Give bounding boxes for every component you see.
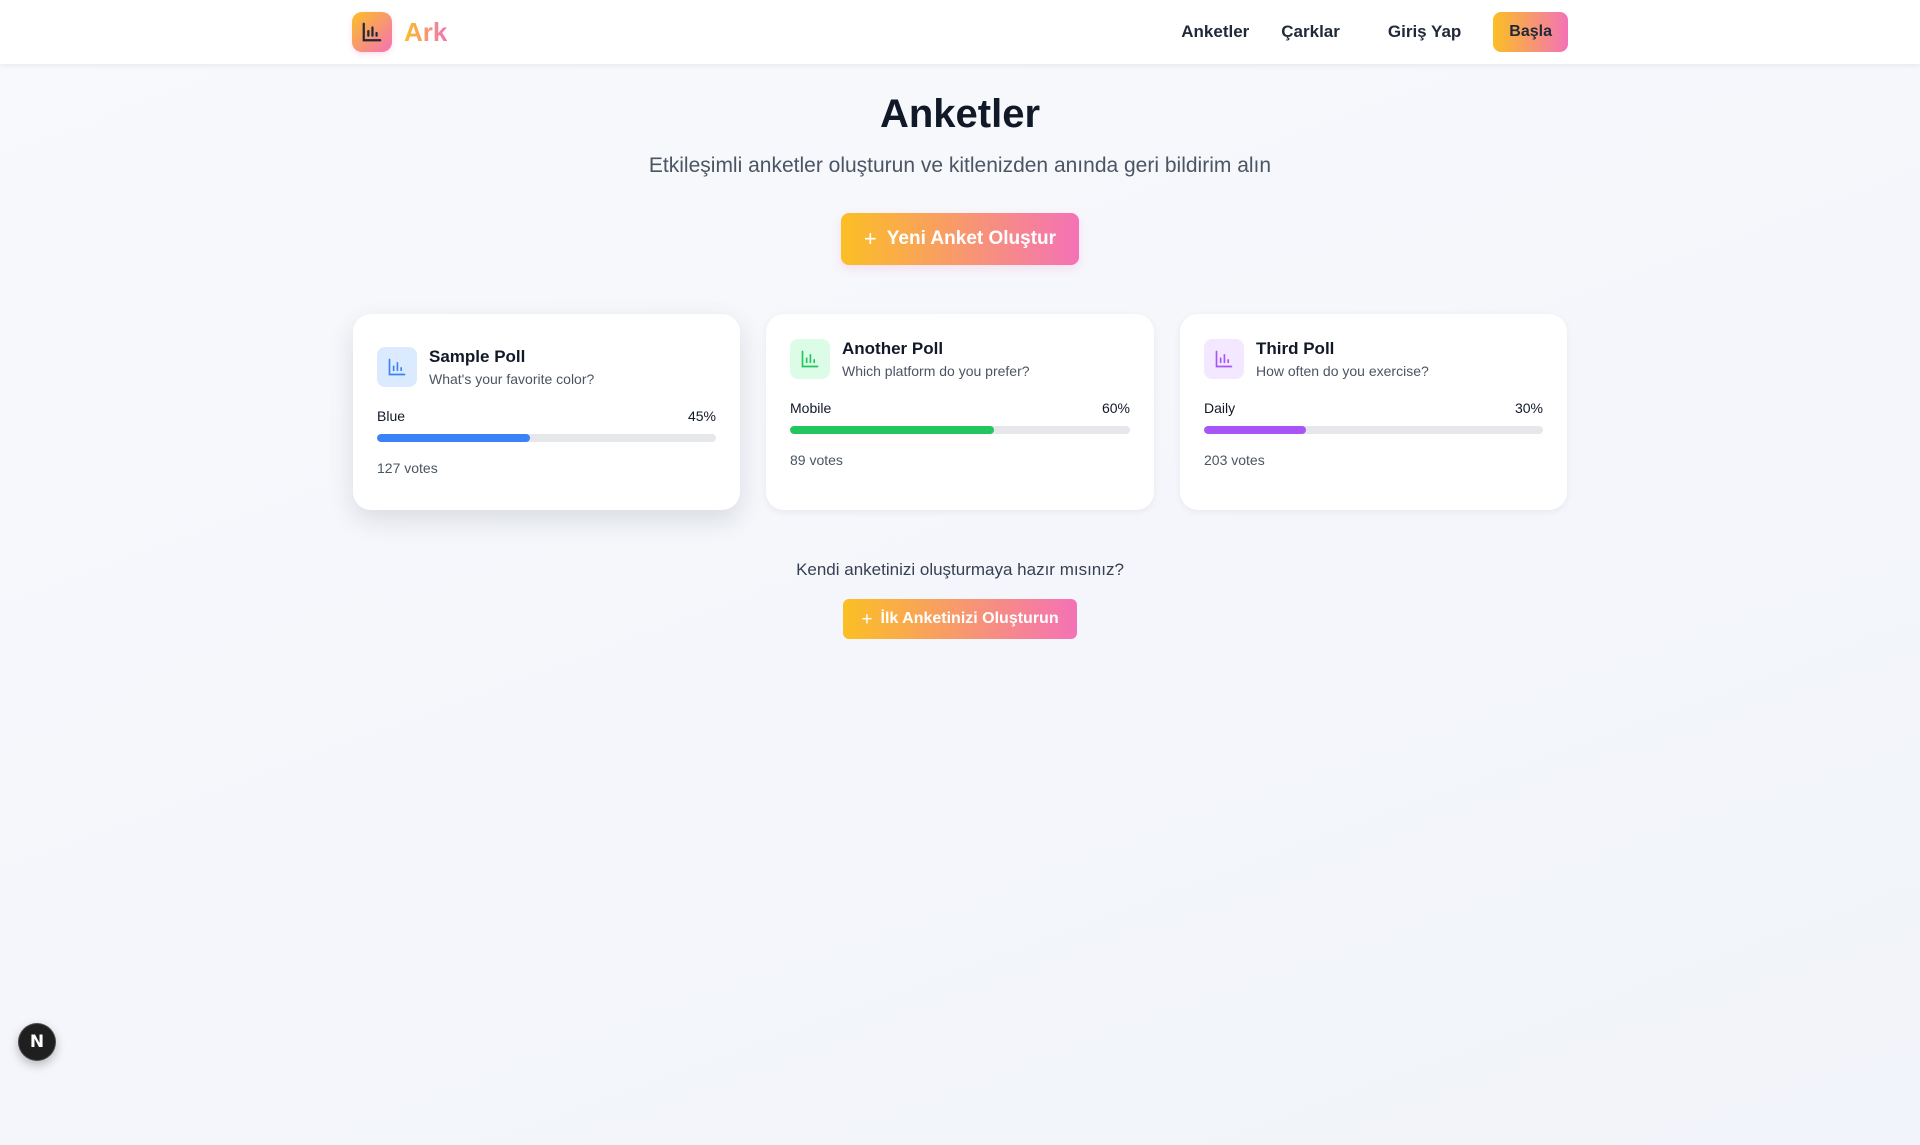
create-first-poll-button-label: İlk Anketinizi Oluşturun — [880, 610, 1059, 627]
nav-link-wheels[interactable]: Çarklar — [1281, 22, 1340, 42]
poll-card[interactable]: Third Poll How often do you exercise? Da… — [1180, 314, 1567, 510]
start-button[interactable]: Başla — [1493, 12, 1568, 52]
poll-votes: 89 votes — [790, 452, 843, 468]
create-poll-button[interactable]: + Yeni Anket Oluştur — [841, 213, 1079, 265]
poll-votes: 203 votes — [1204, 452, 1265, 468]
poll-card-text: Another Poll Which platform do you prefe… — [842, 339, 1030, 379]
poll-option-label: Blue — [377, 408, 406, 424]
page-subtitle: Etkileşimli anketler oluşturun ve kitlen… — [648, 154, 1272, 177]
poll-option-label: Daily — [1204, 400, 1236, 416]
login-link[interactable]: Giriş Yap — [1388, 22, 1461, 42]
poll-title: Sample Poll — [429, 347, 526, 366]
poll-option-row: Daily 30% — [1204, 400, 1543, 416]
poll-title: Third Poll — [1256, 339, 1335, 358]
brand-home-link[interactable]: Ark — [352, 12, 447, 52]
poll-option-row: Blue 45% — [377, 408, 716, 424]
poll-card[interactable]: Sample Poll What's your favorite color? … — [353, 314, 740, 510]
poll-question: How often do you exercise? — [1256, 363, 1429, 379]
poll-card-text: Third Poll How often do you exercise? — [1256, 339, 1429, 379]
plus-icon: + — [861, 608, 873, 630]
poll-progress-track — [790, 426, 1130, 434]
main-nav: Anketler Çarklar Giriş Yap Başla — [1181, 12, 1568, 52]
poll-progress-fill — [377, 434, 530, 442]
bar-chart-icon — [377, 347, 417, 387]
poll-card-header: Sample Poll What's your favorite color? — [377, 347, 716, 387]
plus-icon: + — [863, 226, 877, 251]
poll-option-row: Mobile 60% — [790, 400, 1130, 416]
create-poll-button-label: Yeni Anket Oluştur — [886, 228, 1057, 249]
poll-title: Another Poll — [842, 339, 944, 358]
poll-question: What's your favorite color? — [429, 371, 595, 387]
poll-option-percent: 30% — [1514, 400, 1543, 416]
create-first-poll-button[interactable]: + İlk Anketinizi Oluşturun — [843, 599, 1077, 639]
poll-progress-fill — [790, 426, 994, 434]
bar-chart-icon — [352, 12, 392, 52]
poll-progress-track — [1204, 426, 1543, 434]
poll-progress-fill — [1204, 426, 1306, 434]
nav-link-polls[interactable]: Anketler — [1181, 22, 1249, 42]
poll-option-percent: 45% — [687, 408, 716, 424]
page-title: Anketler — [879, 92, 1041, 136]
poll-card-header: Another Poll Which platform do you prefe… — [790, 339, 1130, 379]
bar-chart-icon — [1204, 339, 1244, 379]
poll-votes: 127 votes — [377, 460, 438, 476]
dev-tools-badge[interactable]: N — [18, 1023, 56, 1061]
top-navbar: Ark Anketler Çarklar Giriş Yap Başla — [0, 0, 1920, 64]
bar-chart-icon — [790, 339, 830, 379]
poll-option-label: Mobile — [790, 400, 832, 416]
cta-text: Kendi anketinizi oluşturmaya hazır mısın… — [796, 560, 1124, 579]
poll-card-header: Third Poll How often do you exercise? — [1204, 339, 1543, 379]
poll-card[interactable]: Another Poll Which platform do you prefe… — [766, 314, 1154, 510]
brand-name: Ark — [404, 16, 448, 47]
poll-question: Which platform do you prefer? — [842, 363, 1030, 379]
poll-card-text: Sample Poll What's your favorite color? — [429, 347, 594, 387]
poll-option-percent: 60% — [1101, 400, 1130, 416]
poll-progress-track — [377, 434, 716, 442]
